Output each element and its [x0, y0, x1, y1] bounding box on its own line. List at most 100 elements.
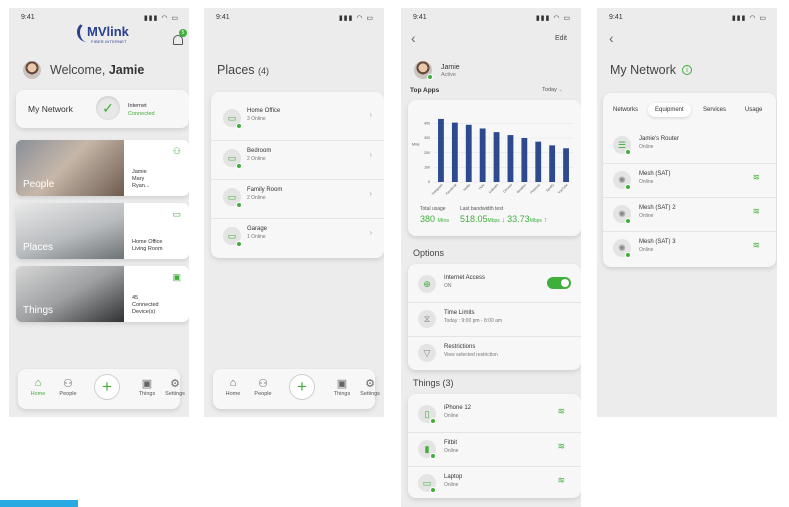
status-bar: 9:41 ▮▮▮ ◠ ▭ — [216, 14, 374, 26]
welcome-prefix: Welcome, — [50, 63, 109, 77]
bottom-nav: ⌂ Home ⚇ People + ▣ Things ⚙ Settings — [213, 369, 380, 409]
equipment-row[interactable]: ✺ Mesh (SAT) 3 Online ≋ — [603, 231, 776, 263]
place-row[interactable]: ▭ Garage 1 Online › — [211, 218, 384, 252]
bar-spotify — [549, 145, 556, 182]
x-tick-label: Hulu — [478, 183, 486, 191]
nav-settings[interactable]: ⚙ Settings — [161, 377, 189, 397]
logo-main: MVlink — [87, 24, 129, 39]
online-dot — [430, 453, 436, 459]
wifi-icon: ≋ — [557, 441, 565, 451]
nav-things[interactable]: ▣ Things — [133, 377, 161, 397]
bar-netflix — [465, 124, 472, 182]
tab-services[interactable]: Services — [703, 107, 726, 113]
nav-home[interactable]: ⌂ Home — [24, 377, 52, 397]
info-icon[interactable]: i — [682, 65, 692, 75]
corner-accent-bar — [0, 500, 78, 507]
equipment-name: Mesh (SAT) 2 — [639, 205, 676, 211]
tab-usage[interactable]: Usage — [745, 107, 762, 113]
online-dot — [625, 252, 631, 258]
x-tick-label: Facebook — [445, 183, 458, 196]
option-detail: Today : 9:00 pm - 8:00 am — [444, 318, 503, 324]
page-title: Places (4) — [217, 63, 269, 77]
places-info-line: Living Room — [132, 246, 163, 252]
back-button[interactable]: ‹ — [609, 30, 614, 46]
places-count: (4) — [258, 66, 270, 76]
x-tick-label: LinkedIn — [488, 183, 500, 195]
network-card: Networks Equipment Services Usage ☰ Jami… — [603, 93, 776, 267]
home-icon: ⌂ — [34, 377, 42, 389]
user-avatar[interactable] — [23, 61, 41, 79]
status-time: 9:41 — [609, 14, 623, 21]
home-screen: 9:41 ▮▮▮ ◠ ▭ MVlink FIBER INTERNET 5 Wel… — [9, 8, 189, 417]
tab-equipment[interactable]: Equipment — [648, 103, 691, 117]
option-name: Restrictions — [444, 344, 476, 350]
option-detail: View selected restriction — [444, 352, 498, 358]
total-usage: 380 Mins — [420, 214, 449, 224]
online-dot — [236, 202, 242, 208]
things-title: Things (3) — [413, 378, 454, 388]
hourglass-icon: ⧖ — [418, 310, 436, 328]
add-button[interactable]: + — [94, 374, 120, 400]
notifications-button[interactable]: 5 — [173, 29, 187, 47]
place-status: 2 Online — [247, 156, 266, 162]
internet-access-toggle[interactable] — [547, 277, 571, 289]
device-icon: ▣ — [141, 378, 153, 390]
thing-row[interactable]: ▯ iPhone 12 Online ≋ — [408, 398, 581, 430]
place-row[interactable]: ▭ Home Office 3 Online › — [211, 101, 384, 135]
equipment-row[interactable]: ☰ Jamie's Router Online — [603, 129, 776, 161]
equipment-row[interactable]: ✺ Mesh (SAT) 2 Online ≋ — [603, 197, 776, 229]
nav-people[interactable]: ⚇ People — [249, 377, 277, 397]
thing-name: iPhone 12 — [444, 405, 472, 411]
equipment-row[interactable]: ✺ Mesh (SAT) Online ≋ — [603, 163, 776, 195]
device-icon: ▣ — [172, 272, 181, 282]
signal-icon: ▮▮▮ ◠ ▭ — [535, 15, 571, 22]
nav-settings[interactable]: ⚙ Settings — [356, 377, 384, 397]
back-button[interactable]: ‹ — [411, 30, 416, 46]
places-screen: 9:41 ▮▮▮ ◠ ▭ Places (4) ▭ Home Office 3 … — [204, 8, 384, 417]
bandwidth-values: 518.05Mbps ↓ 33.73Mbps ↑ — [460, 214, 547, 224]
online-dot — [625, 184, 631, 190]
y-tick-label: 300 — [424, 136, 430, 140]
nav-people[interactable]: ⚇ People — [54, 377, 82, 397]
nav-things[interactable]: ▣ Things — [328, 377, 356, 397]
y-tick-label: 100 — [424, 166, 430, 170]
people-tile-info: Jamie Mary Ryan... — [132, 169, 149, 190]
online-dot — [430, 418, 436, 424]
equipment-status: Online — [639, 144, 654, 150]
nav-people-label: People — [59, 391, 77, 397]
people-tile[interactable]: People ⚇ Jamie Mary Ryan... — [16, 140, 189, 196]
download-value: 518.05 — [460, 214, 488, 224]
people-info-line: Ryan... — [132, 183, 150, 189]
wifi-icon: ≋ — [752, 240, 760, 250]
chevron-right-icon: › — [369, 150, 372, 159]
status-bar: 9:41 ▮▮▮ ◠ ▭ — [413, 14, 571, 26]
option-time-limits[interactable]: ⧖ Time Limits Today : 9:00 pm - 8:00 am — [408, 302, 581, 334]
logo-sub: FIBER INTERNET — [91, 39, 127, 44]
thing-row[interactable]: ▭ Laptop Online ≋ — [408, 466, 581, 498]
wifi-icon: ≋ — [557, 475, 565, 485]
places-tile[interactable]: Places ▭ Home Office Living Room — [16, 203, 189, 259]
globe-icon: ⊕ — [418, 275, 436, 293]
bar-instagram — [438, 118, 444, 182]
place-name: Bedroom — [247, 148, 272, 154]
add-button[interactable]: + — [289, 374, 315, 400]
options-title: Options — [413, 248, 445, 258]
total-usage-label: Total usage — [420, 206, 446, 212]
people-info-line: Mary — [132, 176, 145, 182]
period-dropdown[interactable]: Today ⌄ — [542, 87, 563, 93]
nav-home[interactable]: ⌂ Home — [219, 377, 247, 397]
my-network-card[interactable]: My Network ✓ Internet Connected — [16, 90, 189, 128]
y-tick-label: 400 — [424, 122, 430, 126]
edit-button[interactable]: Edit — [555, 35, 567, 42]
places-title: Places — [217, 63, 255, 77]
place-row[interactable]: ▭ Family Room 2 Online › — [211, 179, 384, 213]
thing-row[interactable]: ▮ Fitbit Online ≋ — [408, 432, 581, 464]
gear-icon: ⚙ — [365, 378, 375, 390]
things-tile[interactable]: Things ▣ 45 Connected Device(s) — [16, 266, 189, 322]
place-row[interactable]: ▭ Bedroom 2 Online › — [211, 140, 384, 174]
tab-networks[interactable]: Networks — [613, 107, 638, 113]
option-restrictions[interactable]: ▽ Restrictions View selected restriction — [408, 336, 581, 368]
nav-things-label: Things — [333, 391, 351, 397]
place-status: 3 Online — [247, 116, 266, 122]
person-detail-screen: 9:41 ▮▮▮ ◠ ▭ ‹ Edit Jamie Active Top App… — [401, 8, 581, 507]
